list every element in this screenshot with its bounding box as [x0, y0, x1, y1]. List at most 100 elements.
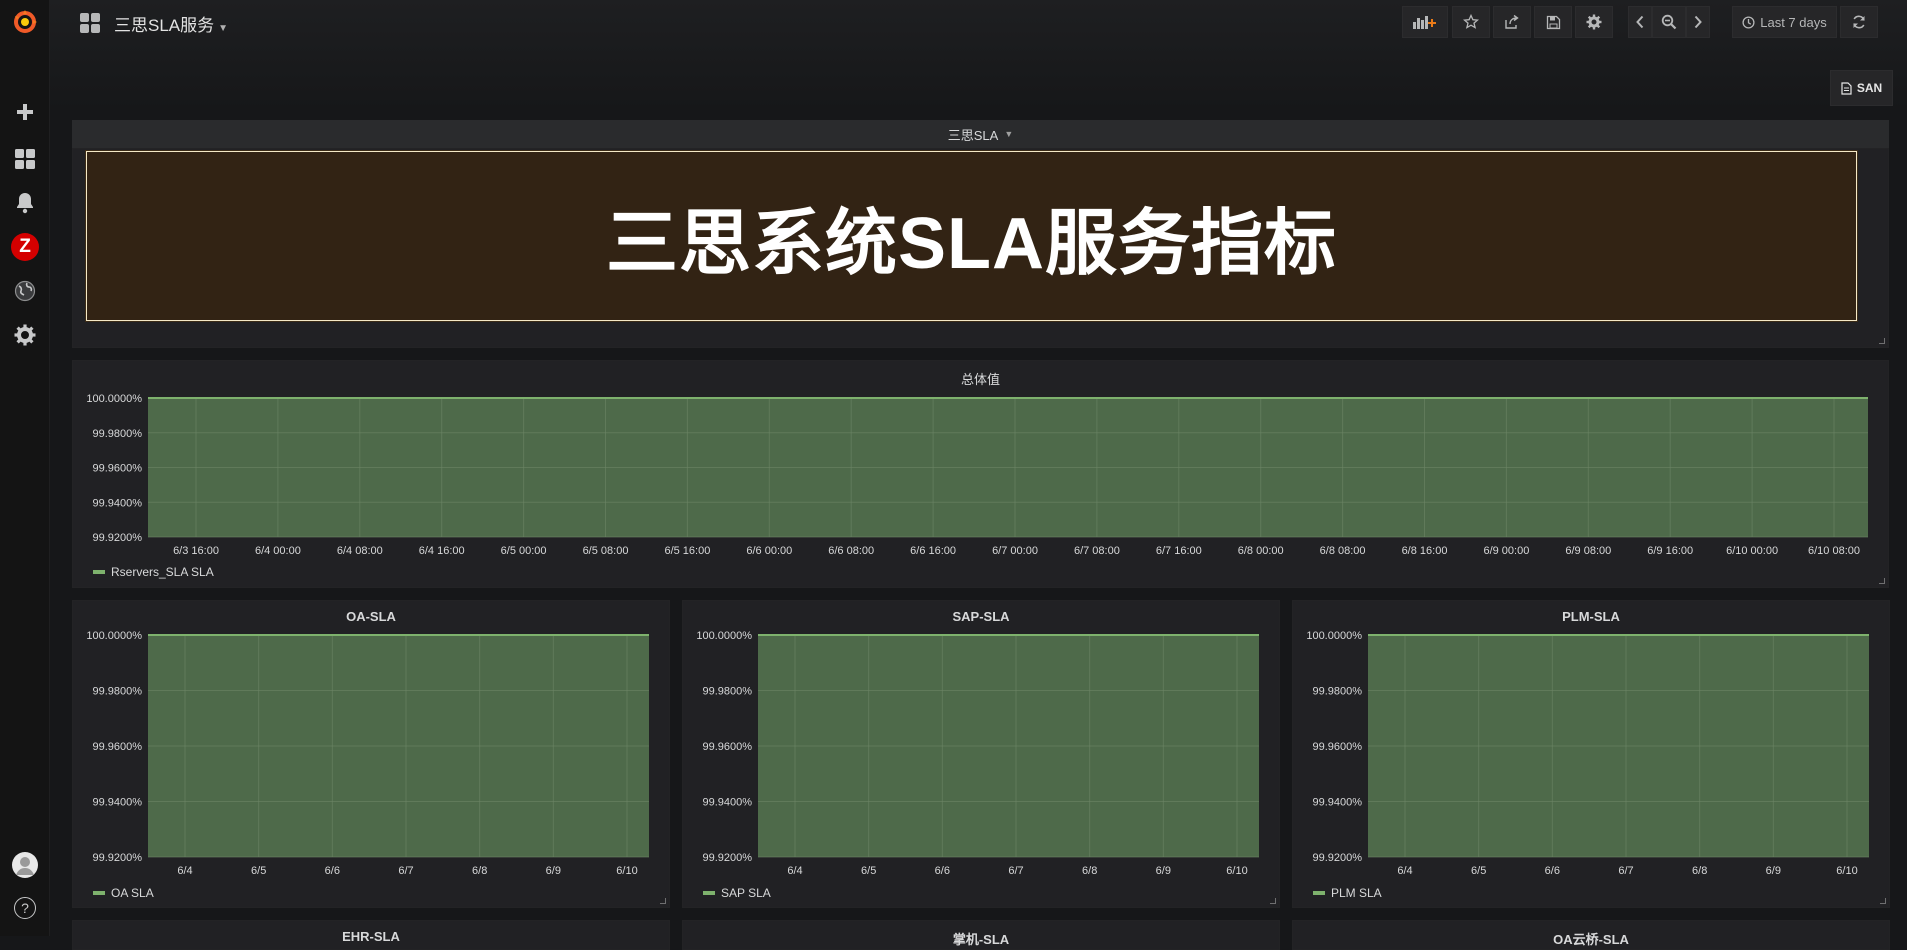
x-tick-label: 6/6 00:00: [746, 545, 792, 557]
banner: 三思系统SLA服务指标: [86, 151, 1857, 321]
time-range-picker[interactable]: Last 7 days: [1732, 6, 1837, 38]
plus-icon[interactable]: [0, 92, 50, 132]
star-icon: [1463, 14, 1479, 29]
legend-swatch: [93, 891, 105, 895]
panel-title[interactable]: 掌机-SLA: [683, 929, 1279, 948]
sidebar: Z ?: [0, 0, 50, 936]
x-tick-label: 6/4 08:00: [337, 545, 383, 557]
x-tick-label: 6/3 16:00: [173, 545, 219, 557]
share-icon: [1505, 14, 1519, 29]
legend-label: SAP SLA: [721, 886, 771, 900]
clock-icon: [1742, 15, 1755, 29]
x-tick-label: 6/5 16:00: [664, 545, 710, 557]
dashboard-title-label: 三思SLA服务: [114, 16, 215, 35]
chevron-left-icon: [1636, 15, 1644, 29]
y-tick-label: 99.9800%: [702, 686, 752, 698]
y-tick-label: 99.9400%: [1312, 797, 1362, 809]
legend-label: PLM SLA: [1331, 886, 1382, 900]
y-tick-label: 99.9400%: [702, 797, 752, 809]
legend-item[interactable]: PLM SLA: [1313, 886, 1382, 900]
avatar-icon[interactable]: [0, 845, 50, 885]
x-tick-label: 6/9 08:00: [1565, 545, 1611, 557]
oa-cloud-bridge-sla-panel: OA云桥-SLA: [1292, 920, 1890, 950]
x-tick-label: 6/7: [1008, 865, 1023, 877]
y-tick-label: 99.9200%: [92, 852, 142, 864]
panel-resize-handle[interactable]: [1879, 338, 1885, 344]
globe-icon[interactable]: [0, 271, 50, 311]
legend-swatch: [93, 570, 105, 574]
dashboard-title[interactable]: 三思SLA服务 ▼: [114, 11, 228, 36]
time-forward-button[interactable]: [1686, 6, 1710, 38]
y-tick-label: 99.9600%: [92, 741, 142, 753]
x-tick-label: 6/7 08:00: [1074, 545, 1120, 557]
y-tick-label: 100.0000%: [86, 393, 142, 405]
add-panel-button[interactable]: [1402, 6, 1448, 38]
save-button[interactable]: [1534, 6, 1572, 38]
y-tick-label: 100.0000%: [696, 630, 752, 642]
main-area: 三思SLA服务 ▼ Last 7 days SAN 三思SLA ▼ 三思系统SL…: [50, 0, 1907, 950]
legend-item[interactable]: Rservers_SLA SLA: [93, 565, 214, 579]
top-navbar: 三思SLA服务 ▼ Last 7 days: [50, 0, 1907, 46]
panel-resize-handle[interactable]: [1879, 578, 1885, 584]
y-tick-label: 99.9200%: [92, 532, 142, 544]
ehr-sla-panel: EHR-SLA: [72, 920, 670, 950]
overall-panel: 总体值 100.0000% 99.9800% 99.9600% 99.9400% 99.…: [72, 360, 1889, 588]
grafana-logo-icon[interactable]: [0, 2, 50, 42]
refresh-button[interactable]: [1840, 6, 1878, 38]
time-back-button[interactable]: [1628, 6, 1652, 38]
x-tick-label: 6/5: [1471, 865, 1486, 877]
y-tick-label: 99.9600%: [1312, 741, 1362, 753]
dashboards-icon[interactable]: [0, 139, 50, 179]
share-button[interactable]: [1493, 6, 1531, 38]
help-glyph: ?: [14, 897, 36, 919]
x-tick-label: 6/4 00:00: [255, 545, 301, 557]
legend-label: OA SLA: [111, 886, 154, 900]
y-tick-label: 99.9800%: [1312, 686, 1362, 698]
san-link-button[interactable]: SAN: [1830, 70, 1893, 106]
panel-title[interactable]: OA云桥-SLA: [1293, 929, 1889, 948]
star-button[interactable]: [1452, 6, 1490, 38]
row-header[interactable]: 三思SLA ▼: [72, 120, 1889, 148]
oa-sla-panel: OA-SLA 100.0000% 99.9800% 99.9600% 99.9400%…: [72, 600, 670, 908]
x-tick-label: 6/7: [1618, 865, 1633, 877]
x-tick-label: 6/9: [1156, 865, 1171, 877]
settings-button[interactable]: [1575, 6, 1613, 38]
plm-sla-panel: PLM-SLA 100.0000% 99.9800% 99.9600% 99.9400…: [1292, 600, 1890, 908]
sap-sla-panel: SAP-SLA 100.0000% 99.9800% 99.9600% 99.9400…: [682, 600, 1280, 908]
time-range-label: Last 7 days: [1760, 14, 1827, 30]
legend-item[interactable]: OA SLA: [93, 886, 154, 900]
x-tick-label: 6/8 08:00: [1320, 545, 1366, 557]
x-tick-label: 6/8: [1692, 865, 1707, 877]
add-panel-icon: [1413, 16, 1436, 29]
x-tick-label: 6/8 16:00: [1402, 545, 1448, 557]
bell-icon[interactable]: [0, 183, 50, 223]
x-tick-label: 6/5 00:00: [501, 545, 547, 557]
legend-label: Rservers_SLA SLA: [111, 565, 214, 579]
zoom-out-button[interactable]: [1652, 6, 1686, 38]
x-tick-label: 6/9: [546, 865, 561, 877]
handheld-sla-panel: 掌机-SLA: [682, 920, 1280, 950]
overall-chart: 100.0000% 99.9800% 99.9600% 99.9400% 99.9200…: [86, 393, 1868, 557]
gear-icon[interactable]: [0, 315, 50, 355]
zabbix-icon[interactable]: Z: [0, 227, 50, 267]
legend-item[interactable]: SAP SLA: [703, 886, 771, 900]
zoom-out-icon: [1661, 14, 1677, 30]
x-tick-label: 6/4: [1397, 865, 1412, 877]
row-title: 三思SLA: [947, 127, 999, 143]
refresh-icon: [1853, 15, 1865, 29]
panel-resize-handle[interactable]: [660, 898, 666, 904]
dashboard-grid-icon: [80, 13, 100, 33]
panel-resize-handle[interactable]: [1880, 898, 1886, 904]
x-tick-label: 6/4: [787, 865, 802, 877]
panel-title[interactable]: EHR-SLA: [73, 929, 669, 944]
panel-resize-handle[interactable]: [1270, 898, 1276, 904]
chevron-down-icon: ▼: [218, 23, 229, 34]
sap-sla-chart: 100.0000% 99.9800% 99.9600% 99.9400% 99.9200…: [696, 630, 1259, 877]
plm-sla-chart: 100.0000% 99.9800% 99.9600% 99.9400% 99.9200…: [1306, 630, 1869, 877]
x-tick-label: 6/7: [398, 865, 413, 877]
help-icon[interactable]: ?: [0, 888, 50, 928]
x-tick-label: 6/5 08:00: [583, 545, 629, 557]
x-tick-label: 6/10: [616, 865, 637, 877]
x-tick-label: 6/4 16:00: [419, 545, 465, 557]
legend-swatch: [703, 891, 715, 895]
